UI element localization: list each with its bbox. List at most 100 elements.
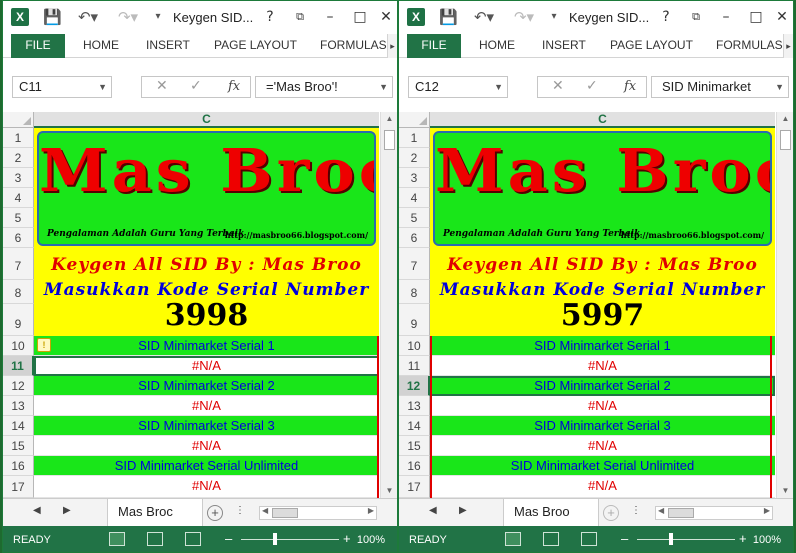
undo-icon[interactable]: ↶▾ xyxy=(469,7,499,27)
row-header[interactable]: 1 xyxy=(3,128,34,148)
scroll-thumb[interactable] xyxy=(668,508,694,518)
row-header[interactable]: 15 xyxy=(399,436,430,456)
row-header[interactable]: 4 xyxy=(399,188,430,208)
vertical-scrollbar[interactable]: ▲ ▼ xyxy=(776,112,793,498)
serial-value-cell[interactable]: #N/A xyxy=(430,476,775,498)
select-all-corner[interactable] xyxy=(3,112,34,128)
page-break-view-icon[interactable] xyxy=(185,532,201,546)
prev-sheet-icon[interactable]: ◀ xyxy=(33,505,41,516)
row-header[interactable]: 11 xyxy=(399,356,430,376)
tab-insert[interactable]: INSERT xyxy=(542,34,586,58)
chevron-down-icon[interactable]: ▼ xyxy=(98,77,107,97)
scroll-left-icon[interactable]: ◀ xyxy=(658,506,664,515)
serial-label-cell[interactable]: SID Minimarket Serial 2 xyxy=(34,376,379,396)
row-header-selected[interactable]: 11 xyxy=(3,356,34,376)
row-header[interactable]: 2 xyxy=(399,148,430,168)
tab-insert[interactable]: INSERT xyxy=(146,34,190,58)
maximize-icon[interactable]: □ xyxy=(349,7,371,27)
scroll-right-icon[interactable]: ▶ xyxy=(764,506,770,515)
row-header[interactable]: 6 xyxy=(399,228,430,248)
plus-icon[interactable]: + xyxy=(603,505,619,521)
serial-label-cell[interactable]: SID Minimarket Serial Unlimited xyxy=(430,456,775,476)
row-header[interactable]: 14 xyxy=(399,416,430,436)
scroll-thumb[interactable] xyxy=(272,508,298,518)
zoom-level[interactable]: 100% xyxy=(753,534,781,546)
zoom-level[interactable]: 100% xyxy=(357,534,385,546)
function-icon[interactable]: fx xyxy=(228,79,240,94)
serial-code-cell[interactable]: 3998 xyxy=(34,298,379,333)
customize-toolbar-icon[interactable]: ▾ xyxy=(151,7,165,27)
row-header[interactable]: 7 xyxy=(399,248,430,280)
row-header[interactable]: 8 xyxy=(3,280,34,304)
serial-value-cell[interactable]: #N/A xyxy=(34,436,379,456)
row-header[interactable]: 6 xyxy=(3,228,34,248)
tab-file[interactable]: FILE xyxy=(407,34,461,58)
row-header[interactable]: 15 xyxy=(3,436,34,456)
zoom-slider-knob[interactable] xyxy=(273,533,277,545)
tab-home[interactable]: HOME xyxy=(479,34,515,58)
serial-value-cell[interactable]: #N/A xyxy=(34,476,379,498)
restore-icon[interactable]: ⧉ xyxy=(289,7,311,27)
row-header[interactable]: 2 xyxy=(3,148,34,168)
save-icon[interactable]: 💾 xyxy=(43,7,62,27)
warning-icon[interactable]: ! xyxy=(37,338,51,352)
row-header-selected[interactable]: 12 xyxy=(399,376,430,396)
tab-formulas[interactable]: FORMULAS xyxy=(716,34,783,58)
serial-label-cell[interactable]: SID Minimarket Serial 1 xyxy=(34,336,379,356)
row-header[interactable]: 9 xyxy=(3,304,34,336)
scroll-down-icon[interactable]: ▼ xyxy=(777,484,793,498)
ribbon-scroll-right-icon[interactable]: ▸ xyxy=(387,34,397,58)
name-box[interactable]: C12 ▼ xyxy=(408,76,508,98)
row-header[interactable]: 7 xyxy=(3,248,34,280)
sheet-tab[interactable]: Mas Broo xyxy=(503,499,599,527)
row-header[interactable]: 13 xyxy=(399,396,430,416)
serial-value-cell[interactable]: #N/A xyxy=(34,356,379,376)
name-box[interactable]: C11 ▼ xyxy=(12,76,112,98)
page-layout-view-icon[interactable] xyxy=(147,532,163,546)
row-header[interactable]: 5 xyxy=(3,208,34,228)
customize-toolbar-icon[interactable]: ▾ xyxy=(547,7,561,27)
redo-icon[interactable]: ↷▾ xyxy=(509,7,539,27)
scroll-right-icon[interactable]: ▶ xyxy=(368,506,374,515)
maximize-icon[interactable]: □ xyxy=(745,7,767,27)
scroll-down-icon[interactable]: ▼ xyxy=(381,484,397,498)
chevron-down-icon[interactable]: ▼ xyxy=(379,77,388,97)
formula-input[interactable]: ='Mas Broo'! ▼ xyxy=(255,76,393,98)
serial-value-cell[interactable]: #N/A xyxy=(430,396,775,416)
enter-icon[interactable]: ✓ xyxy=(586,78,598,94)
row-header[interactable]: 16 xyxy=(399,456,430,476)
normal-view-icon[interactable] xyxy=(505,532,521,546)
zoom-in-icon[interactable]: + xyxy=(343,531,351,546)
zoom-in-icon[interactable]: + xyxy=(739,531,747,546)
serial-value-cell[interactable]: #N/A xyxy=(34,396,379,416)
row-header[interactable]: 16 xyxy=(3,456,34,476)
row-header[interactable]: 3 xyxy=(3,168,34,188)
cancel-icon[interactable]: ✕ xyxy=(552,78,564,94)
sheet-tab[interactable]: Mas Broc xyxy=(107,499,203,527)
enter-icon[interactable]: ✓ xyxy=(190,78,202,94)
row-header[interactable]: 17 xyxy=(399,476,430,498)
scroll-up-icon[interactable]: ▲ xyxy=(777,112,793,126)
zoom-slider-knob[interactable] xyxy=(669,533,673,545)
zoom-slider[interactable] xyxy=(637,539,735,540)
row-header[interactable]: 1 xyxy=(399,128,430,148)
tab-home[interactable]: HOME xyxy=(83,34,119,58)
tab-file[interactable]: FILE xyxy=(11,34,65,58)
more-options-icon[interactable]: ⋮ xyxy=(631,505,641,516)
zoom-slider[interactable] xyxy=(241,539,339,540)
minimize-icon[interactable]: – xyxy=(319,7,341,27)
row-header[interactable]: 3 xyxy=(399,168,430,188)
page-layout-view-icon[interactable] xyxy=(543,532,559,546)
column-header-c[interactable]: C xyxy=(34,112,379,128)
horizontal-scrollbar[interactable]: ◀ ▶ xyxy=(259,506,377,520)
close-icon[interactable]: ✕ xyxy=(375,7,397,27)
logo-banner[interactable]: Mas Broo Pengalaman Adalah Guru Yang Ter… xyxy=(430,128,775,248)
row-header[interactable]: 17 xyxy=(3,476,34,498)
zoom-out-icon[interactable]: – xyxy=(225,531,232,546)
column-header-c[interactable]: C xyxy=(430,112,775,128)
scroll-thumb[interactable] xyxy=(780,130,791,150)
scroll-thumb[interactable] xyxy=(384,130,395,150)
logo-banner[interactable]: Mas Broo Pengalaman Adalah Guru Yang Ter… xyxy=(34,128,379,248)
cancel-icon[interactable]: ✕ xyxy=(156,78,168,94)
keygen-header[interactable]: Keygen All SID By : Mas Broo Masukkan Ko… xyxy=(430,248,775,336)
